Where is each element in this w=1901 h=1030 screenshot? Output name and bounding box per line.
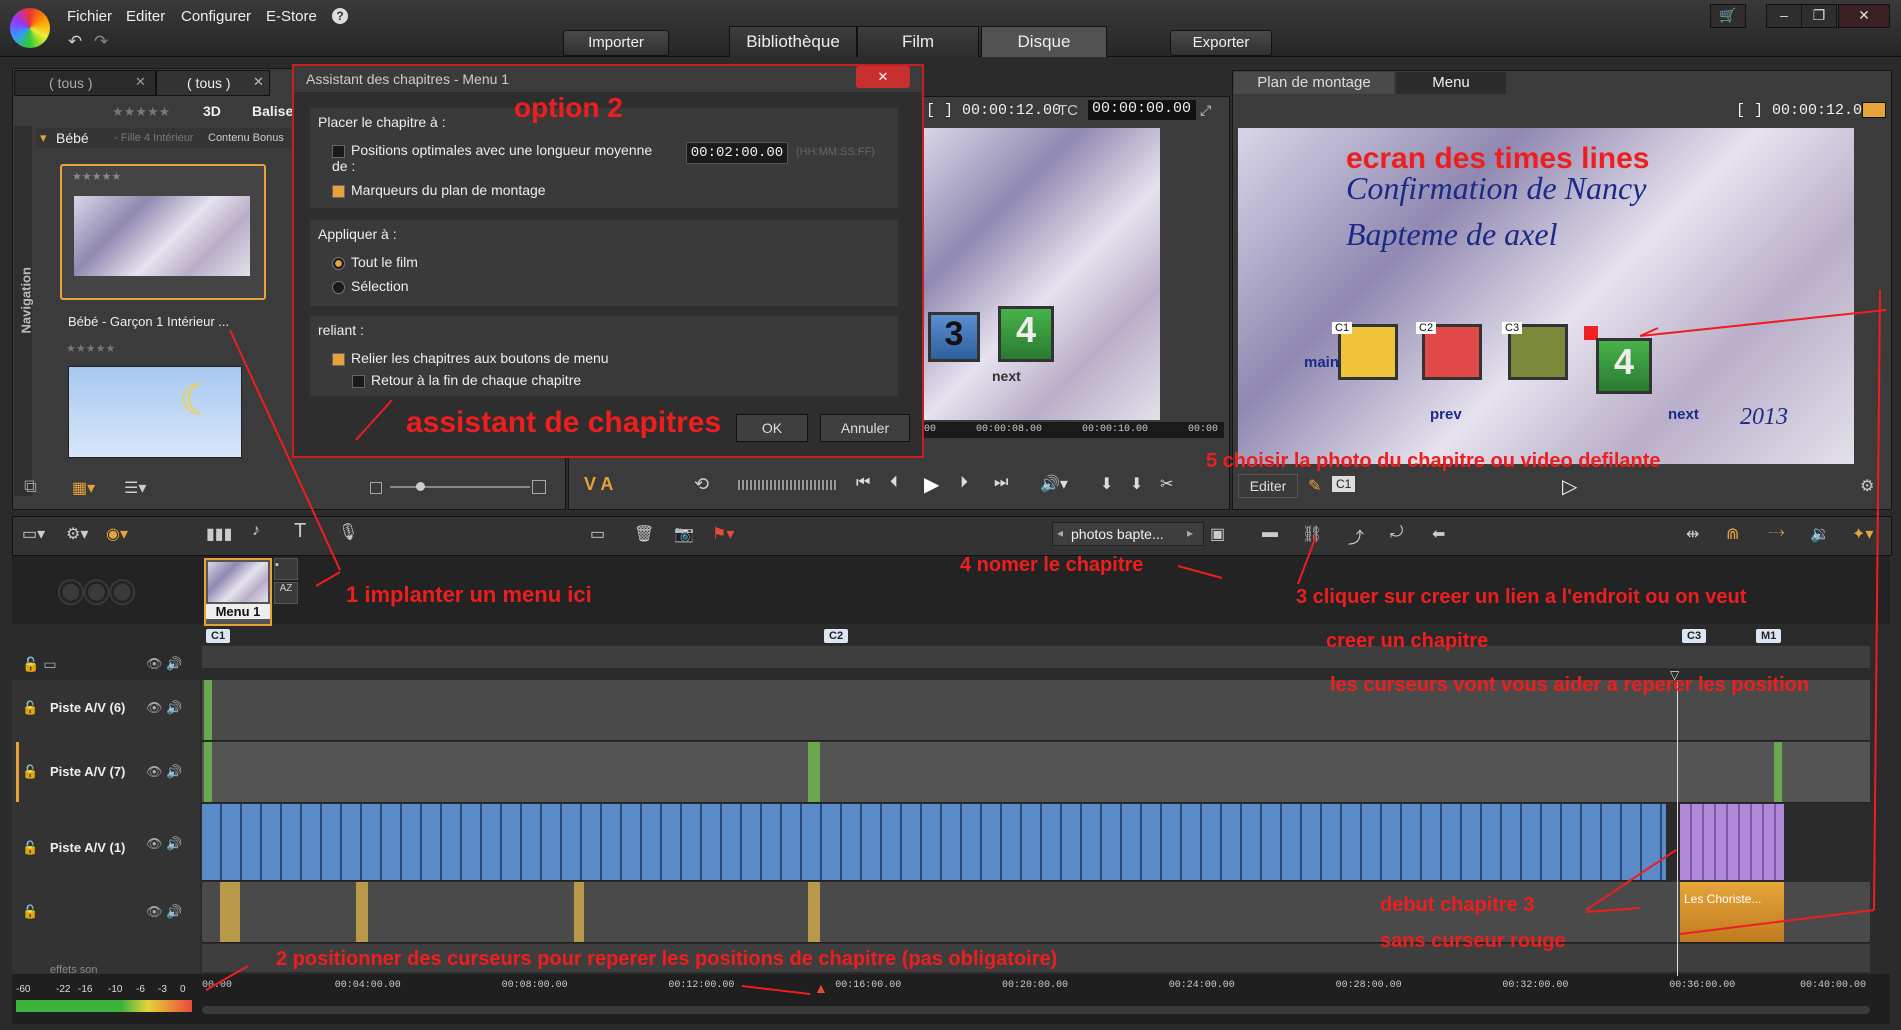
annotation-arrows: [205, 289, 1887, 995]
